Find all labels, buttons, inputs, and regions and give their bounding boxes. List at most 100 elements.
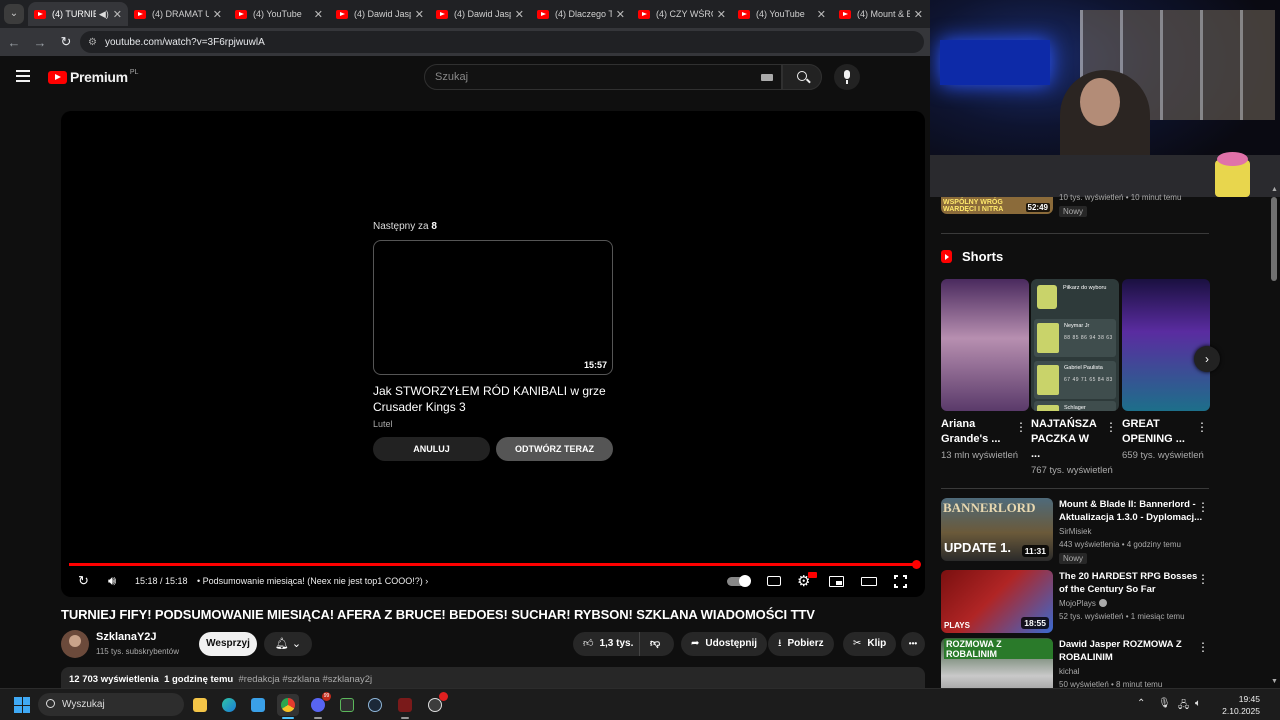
tab-close-icon[interactable]: ✕ xyxy=(717,8,726,21)
more-vert-icon[interactable]: ⋮ xyxy=(1197,572,1209,586)
network-icon[interactable]: 🖧︎ xyxy=(1178,698,1189,715)
play-now-button[interactable]: ODTWÓRZ TERAZ xyxy=(496,437,613,461)
related-video[interactable]: BANNERLORD UPDATE 1. 11:31 Mount & Blade… xyxy=(941,498,1221,564)
file-explorer-icon[interactable] xyxy=(189,694,211,716)
tab-close-icon[interactable]: ✕ xyxy=(914,8,923,21)
reload-icon[interactable]: ↻ xyxy=(54,34,78,50)
short-thumbnail[interactable]: Piłkarz do wyboru Neymar Jr 88 85 86 94 3… xyxy=(1031,279,1119,411)
video-thumbnail[interactable]: BANNERLORD UPDATE 1. 11:31 xyxy=(941,498,1053,561)
browser-tab[interactable]: (4) TURNIE ◀) ✕ xyxy=(28,2,128,26)
menu-icon[interactable] xyxy=(16,70,30,85)
voice-search-mic-icon[interactable] xyxy=(834,64,860,90)
more-vert-icon[interactable]: ⋮ xyxy=(1197,640,1209,654)
related-video-title[interactable]: Mount & Blade II: Bannerlord - Aktualiza… xyxy=(1059,498,1207,524)
microphone-icon[interactable]: 🎙︎ xyxy=(1158,698,1171,709)
browser-tab[interactable]: (4) Mount & Bl ✕ xyxy=(833,2,929,26)
discord-icon[interactable]: 99 xyxy=(307,692,331,719)
more-vert-icon[interactable]: ⋮ xyxy=(1196,420,1208,434)
tab-close-icon[interactable]: ✕ xyxy=(314,8,323,21)
keyboard-icon[interactable] xyxy=(761,74,773,81)
browser-tab[interactable]: (4) Dawid Jasp ✕ xyxy=(330,2,430,26)
chrome-icon[interactable] xyxy=(277,694,299,719)
replay-icon[interactable]: ↻ xyxy=(78,573,89,589)
cancel-autoplay-button[interactable]: ANULUJ xyxy=(373,437,490,461)
short-title[interactable]: GREAT OPENING ... xyxy=(1122,417,1192,447)
dislike-button[interactable]: 👎︎ xyxy=(639,632,674,656)
scroll-up-icon[interactable]: ▲ xyxy=(1271,186,1278,193)
browser-tab[interactable]: (4) DRAMAT Ur ✕ xyxy=(128,2,228,26)
join-button[interactable]: Wesprzyj xyxy=(199,632,257,656)
hashtags[interactable]: #redakcja #szklana #szklanay2j xyxy=(239,674,373,685)
related-video-channel[interactable]: MojoPlays xyxy=(1059,599,1107,608)
tab-close-icon[interactable]: ✕ xyxy=(213,8,222,21)
related-video[interactable]: PLAYS 18:55 The 20 HARDEST RPG Bosses of… xyxy=(941,570,1221,636)
browser-tab[interactable]: (4) Dlaczego Ta ✕ xyxy=(531,2,631,26)
steam-icon[interactable] xyxy=(364,694,386,716)
upnext-thumbnail[interactable]: 15:57 xyxy=(373,240,613,375)
subtitles-icon[interactable] xyxy=(767,576,781,586)
tab-close-icon[interactable]: ✕ xyxy=(515,8,524,21)
forward-icon[interactable]: → xyxy=(28,35,52,50)
game-app-icon[interactable] xyxy=(394,694,416,719)
scrubber-handle[interactable] xyxy=(912,560,921,569)
related-video-channel[interactable]: SirMisiek xyxy=(1059,527,1091,536)
short-thumbnail[interactable] xyxy=(1122,279,1210,411)
browser-tab[interactable]: (4) YouTube ✕ xyxy=(229,2,329,26)
url-field[interactable]: ⚙ youtube.com/watch?v=3F6rpjwuwlA xyxy=(80,31,924,53)
subscribe-bell-button[interactable]: 🔔︎ ⌄ xyxy=(264,632,312,656)
short-title[interactable]: Ariana Grande's ... xyxy=(941,417,1011,447)
related-video-partial[interactable]: WSPÓLNY WRÓG WARDĘCI I NITRA 52:49 10 tys… xyxy=(941,193,1211,227)
channel-avatar[interactable] xyxy=(61,630,89,658)
related-video-channel[interactable]: kichal xyxy=(1059,667,1079,676)
back-icon[interactable]: ← xyxy=(2,35,26,50)
tab-search-menu-icon[interactable]: ⌄ xyxy=(4,4,24,24)
video-thumbnail[interactable]: PLAYS 18:55 xyxy=(941,570,1053,633)
more-actions-button[interactable]: ••• xyxy=(901,632,925,656)
site-settings-icon[interactable]: ⚙ xyxy=(88,37,97,48)
related-video-title[interactable]: Dawid Jasper ROZMOWA Z ROBALINIM xyxy=(1059,638,1207,664)
upnext-title[interactable]: Jak STWORZYŁEM RÓD KANIBALI w grze Crusa… xyxy=(373,383,613,415)
browser-tab[interactable]: (4) Dawid Jasp ✕ xyxy=(430,2,530,26)
tray-chevron-icon[interactable]: ⌃ xyxy=(1137,698,1145,709)
video-player[interactable]: Następny za 8 15:57 Jak STWORZYŁEM RÓD K… xyxy=(61,111,925,597)
autoplay-toggle[interactable] xyxy=(727,575,751,587)
more-vert-icon[interactable]: ⋮ xyxy=(1197,500,1209,514)
short-item[interactable]: GREAT OPENING ... 659 tys. wyświetleń ⋮ xyxy=(1122,279,1210,463)
progress-bar[interactable] xyxy=(69,560,921,569)
store-icon[interactable] xyxy=(247,694,269,716)
taskbar-search[interactable]: Wyszukaj xyxy=(38,693,184,716)
short-thumbnail[interactable] xyxy=(941,279,1029,411)
search-input[interactable]: Szukaj xyxy=(424,64,782,90)
volume-tray-icon[interactable]: 🔈︎ xyxy=(1195,698,1201,709)
clip-button[interactable]: ✂ Klip xyxy=(843,632,897,656)
shorts-next-arrow-icon[interactable]: › xyxy=(1194,346,1220,372)
short-item[interactable]: Ariana Grande's ... 13 mln wyświetleń ⋮ xyxy=(941,279,1029,463)
taskbar-clock[interactable]: 19:45 2.10.2025 xyxy=(1210,693,1260,717)
tab-close-icon[interactable]: ✕ xyxy=(616,8,625,21)
like-button[interactable]: 👍︎ 1,3 tys. xyxy=(573,632,639,656)
recording-app-icon[interactable] xyxy=(424,692,448,716)
theater-mode-icon[interactable] xyxy=(861,577,877,586)
miniplayer-icon[interactable] xyxy=(829,576,844,587)
short-item[interactable]: Piłkarz do wyboru Neymar Jr 88 85 86 94 3… xyxy=(1031,279,1119,478)
video-thumbnail[interactable]: WSPÓLNY WRÓG WARDĘCI I NITRA 52:49 xyxy=(941,197,1053,214)
download-button[interactable]: ⭳ Pobierz xyxy=(768,632,834,656)
xbox-icon[interactable] xyxy=(336,694,358,716)
scrollbar-thumb[interactable] xyxy=(1271,197,1277,281)
channel-name[interactable]: SzklanaY2J xyxy=(96,631,157,643)
related-video-title[interactable]: The 20 HARDEST RPG Bosses of the Century… xyxy=(1059,570,1207,596)
tab-close-icon[interactable]: ✕ xyxy=(817,8,826,21)
fullscreen-icon[interactable] xyxy=(893,574,908,589)
edge-icon[interactable] xyxy=(218,694,240,716)
more-vert-icon[interactable]: ⋮ xyxy=(1105,420,1117,434)
browser-tab[interactable]: (4) CZY WŚRÓ ✕ xyxy=(632,2,732,26)
youtube-premium-logo[interactable]: Premium PL xyxy=(48,69,138,85)
volume-icon[interactable]: 🔊︎ xyxy=(108,573,116,589)
tab-close-icon[interactable]: ✕ xyxy=(113,8,122,21)
chapter-title[interactable]: • Podsumowanie miesiąca! (Neex nie jest … xyxy=(197,576,428,586)
browser-tab[interactable]: (4) YouTube ✕ xyxy=(732,2,832,26)
search-button[interactable] xyxy=(782,64,822,90)
scroll-down-icon[interactable]: ▼ xyxy=(1271,678,1278,685)
speaker-icon[interactable]: ◀) xyxy=(99,9,109,20)
share-button[interactable]: ➦ Udostępnij xyxy=(681,632,768,656)
